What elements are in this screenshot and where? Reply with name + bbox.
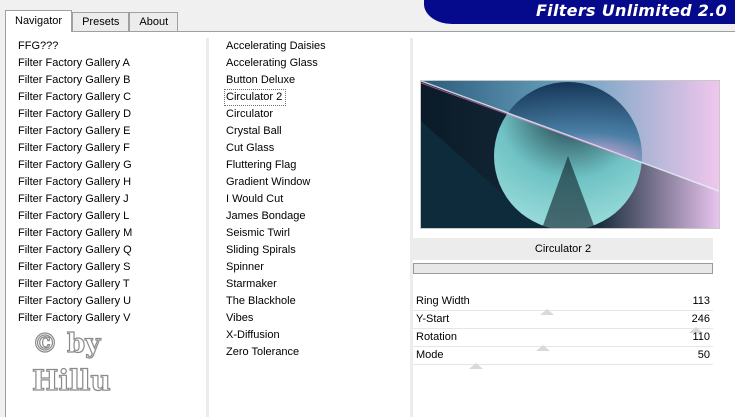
- slider-thumb[interactable]: [469, 363, 484, 369]
- filter-item[interactable]: Accelerating Glass: [224, 55, 409, 72]
- filter-title: Circulator 2: [413, 238, 713, 260]
- filter-item[interactable]: The Blackhole: [224, 293, 409, 310]
- filter-list[interactable]: Accelerating Daisies Accelerating Glass Bu…: [224, 38, 409, 361]
- category-item[interactable]: Filter Factory Gallery B: [16, 72, 206, 89]
- filter-item[interactable]: Zero Tolerance: [224, 344, 409, 361]
- filter-item[interactable]: Button Deluxe: [224, 72, 409, 89]
- filter-item[interactable]: Starmaker: [224, 276, 409, 293]
- watermark-line-1: © by: [32, 329, 101, 359]
- app-banner: Filters Unlimited 2.0: [424, 0, 735, 24]
- parameter-list: Ring Width 113 Y-Start 246 Rotation 110 Mode 50: [413, 293, 713, 369]
- filter-item[interactable]: Circulator: [224, 106, 409, 123]
- preview-image: [420, 80, 720, 229]
- param-value: 50: [697, 349, 710, 361]
- app-title: Filters Unlimited 2.0: [535, 1, 727, 20]
- filter-item[interactable]: Gradient Window: [224, 174, 409, 191]
- category-item[interactable]: Filter Factory Gallery L: [16, 208, 206, 225]
- category-item[interactable]: Filter Factory Gallery F: [16, 140, 206, 157]
- filter-item[interactable]: X-Diffusion: [224, 327, 409, 344]
- param-value: 246: [691, 313, 710, 325]
- progress-bar: [413, 263, 713, 274]
- category-item[interactable]: Filter Factory Gallery A: [16, 55, 206, 72]
- filter-item[interactable]: Sliding Spirals: [224, 242, 409, 259]
- category-item[interactable]: Filter Factory Gallery Q: [16, 242, 206, 259]
- param-slider[interactable]: [413, 363, 713, 369]
- copyright-watermark: © by Hillu: [31, 328, 111, 397]
- param-label: Ring Width: [416, 295, 470, 307]
- filter-item[interactable]: I Would Cut: [224, 191, 409, 208]
- param-value: 113: [692, 295, 710, 307]
- category-item[interactable]: Filter Factory Gallery M: [16, 225, 206, 242]
- category-item[interactable]: Filter Factory Gallery C: [16, 89, 206, 106]
- filter-item[interactable]: Cut Glass: [224, 140, 409, 157]
- filter-item[interactable]: James Bondage: [224, 208, 409, 225]
- filter-item[interactable]: Accelerating Daisies: [224, 38, 409, 55]
- category-item[interactable]: Filter Factory Gallery U: [16, 293, 206, 310]
- filter-item[interactable]: Vibes: [224, 310, 409, 327]
- category-list[interactable]: FFG??? Filter Factory Gallery A Filter Fac…: [16, 38, 206, 327]
- watermark-line-2: Hillu: [32, 364, 111, 397]
- category-item[interactable]: Filter Factory Gallery E: [16, 123, 206, 140]
- category-item[interactable]: Filter Factory Gallery S: [16, 259, 206, 276]
- category-item[interactable]: Filter Factory Gallery D: [16, 106, 206, 123]
- tab-navigator[interactable]: Navigator: [5, 10, 73, 32]
- category-item[interactable]: Filter Factory Gallery G: [16, 157, 206, 174]
- preview-render: [421, 81, 719, 228]
- filter-item[interactable]: Crystal Ball: [224, 123, 409, 140]
- category-item[interactable]: Filter Factory Gallery T: [16, 276, 206, 293]
- param-value: 110: [692, 331, 710, 343]
- filter-item[interactable]: Spinner: [224, 259, 409, 276]
- category-item[interactable]: FFG???: [16, 38, 206, 55]
- param-label: Y-Start: [416, 313, 450, 325]
- param-row: Rotation 110: [413, 329, 713, 351]
- tab-about[interactable]: About: [129, 12, 179, 31]
- param-label: Rotation: [416, 331, 457, 343]
- param-row: Mode 50: [413, 347, 713, 369]
- tab-presets[interactable]: Presets: [72, 12, 130, 31]
- param-row: Ring Width 113: [413, 293, 713, 315]
- list-divider[interactable]: [206, 38, 209, 417]
- category-item[interactable]: Filter Factory Gallery J: [16, 191, 206, 208]
- filter-item-selected[interactable]: Circulator 2: [224, 89, 287, 106]
- category-item[interactable]: Filter Factory Gallery H: [16, 174, 206, 191]
- filter-item[interactable]: Fluttering Flag: [224, 157, 409, 174]
- filter-item[interactable]: Seismic Twirl: [224, 225, 409, 242]
- param-row: Y-Start 246: [413, 311, 713, 333]
- param-label: Mode: [416, 349, 444, 361]
- tab-strip: Navigator Presets About: [5, 10, 179, 32]
